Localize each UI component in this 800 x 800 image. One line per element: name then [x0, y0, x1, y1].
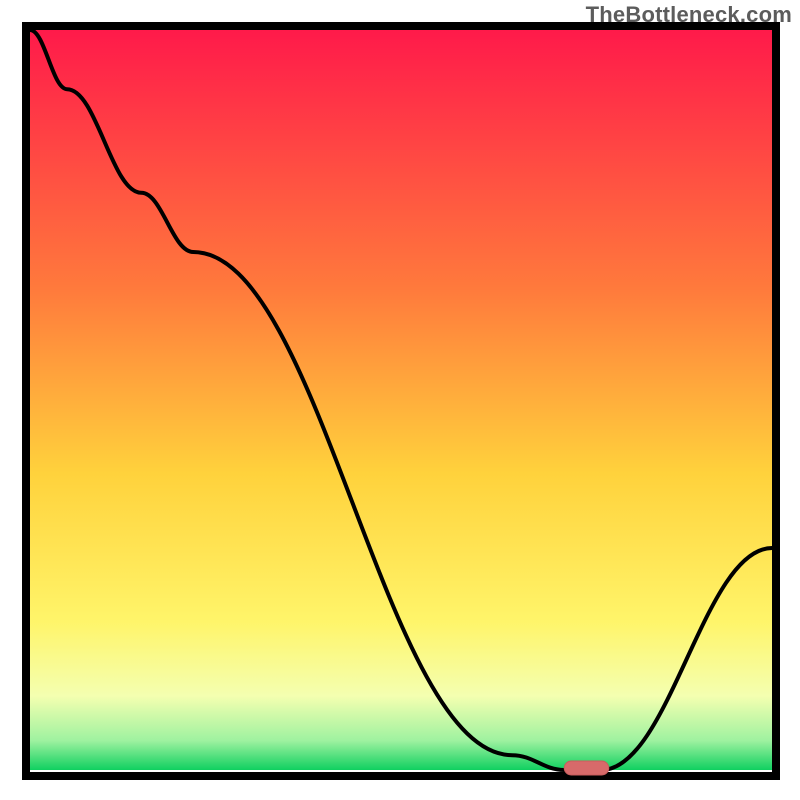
bottleneck-chart — [0, 0, 800, 800]
optimum-marker — [564, 761, 609, 775]
plot-gradient — [30, 30, 772, 770]
chart-stage: TheBottleneck.com — [0, 0, 800, 800]
